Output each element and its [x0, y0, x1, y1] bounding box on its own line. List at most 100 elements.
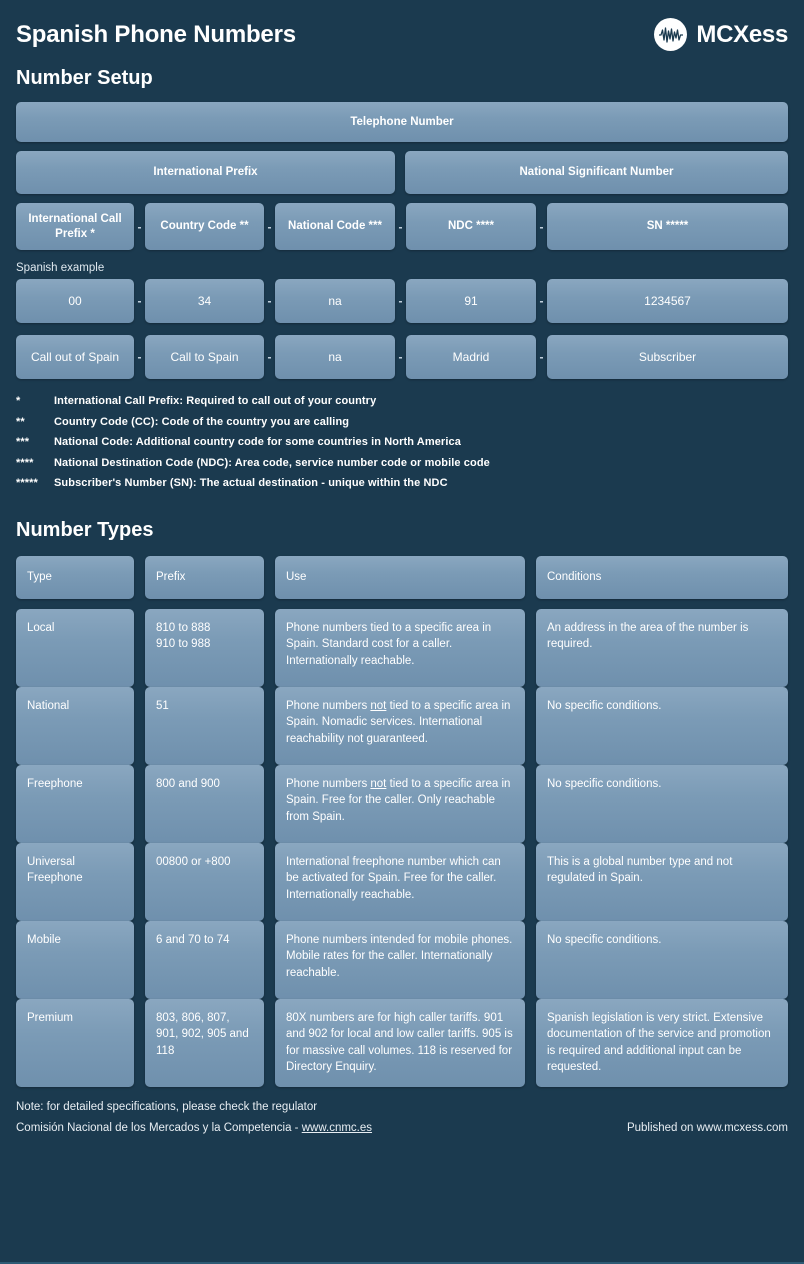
brand-logo: MCXess	[654, 18, 788, 51]
example-value-national-code: na	[275, 279, 395, 323]
cell-use: Phone numbers intended for mobile phones…	[275, 921, 525, 999]
cell-type: Mobile	[16, 921, 134, 999]
box-national-code: National Code ***	[275, 203, 395, 250]
number-setup-diagram: Telephone Number International Prefix Na…	[16, 102, 788, 379]
example-desc-call-prefix: Call out of Spain	[16, 335, 134, 379]
table-row: National 51 Phone numbers not tied to a …	[16, 687, 788, 765]
box-ndc: NDC ****	[406, 203, 536, 250]
example-desc-ndc: Madrid	[406, 335, 536, 379]
separator-dash: -	[137, 294, 142, 308]
footnote-marker: *	[16, 395, 21, 407]
brand-name: MCXess	[696, 20, 788, 48]
number-types-table: Type Prefix Use Conditions Local 810 to …	[16, 556, 788, 1087]
box-sn: SN *****	[547, 203, 788, 250]
footnote-marker: ***	[16, 436, 30, 448]
footnote-text: Subscriber's Number (SN): The actual des…	[54, 477, 448, 489]
example-desc-country-code: Call to Spain	[145, 335, 264, 379]
regulator-line: Comisión Nacional de los Mercados y la C…	[16, 1122, 372, 1134]
separator-dash: -	[398, 350, 403, 364]
footnote-marker: **	[16, 415, 25, 428]
table-row: Mobile 6 and 70 to 74 Phone numbers inte…	[16, 921, 788, 999]
separator-dash: -	[267, 219, 272, 234]
cell-prefix: 51	[145, 687, 264, 765]
regulator-name: Comisión Nacional de los Mercados y la C…	[16, 1122, 302, 1134]
footnote-text: National Destination Code (NDC): Area co…	[54, 456, 490, 469]
page-header: Spanish Phone Numbers MCXess	[16, 0, 788, 51]
footnote-item: **** National Destination Code (NDC): Ar…	[16, 457, 788, 469]
box-telephone-number: Telephone Number	[16, 102, 788, 142]
setup-row-parts: International Call Prefix * - Country Co…	[16, 203, 788, 250]
table-row: Universal Freephone 00800 or +800 Intern…	[16, 843, 788, 921]
setup-row-example-values: 00 - 34 - na - 91 - 1234567	[16, 279, 788, 323]
cell-conditions: No specific conditions.	[536, 687, 788, 765]
column-header-type: Type	[16, 556, 134, 599]
cell-prefix: 6 and 70 to 74	[145, 921, 264, 999]
box-international-prefix: International Prefix	[16, 151, 395, 194]
cell-use: International freephone number which can…	[275, 843, 525, 921]
footnote-text: International Call Prefix: Required to c…	[54, 395, 377, 407]
table-row: Premium 803, 806, 807, 901, 902, 905 and…	[16, 999, 788, 1087]
waveform-circle-icon	[654, 18, 688, 51]
table-body: Local 810 to 888 910 to 988 Phone numbers…	[16, 609, 788, 1087]
cell-type: Freephone	[16, 765, 134, 843]
example-value-ndc: 91	[406, 279, 536, 323]
footnote-marker: ****	[16, 456, 34, 469]
page-title: Spanish Phone Numbers	[16, 20, 296, 48]
example-value-country-code: 34	[145, 279, 264, 323]
footnote-item: ** Country Code (CC): Code of the countr…	[16, 416, 788, 428]
cell-type: National	[16, 687, 134, 765]
separator-dash: -	[398, 219, 403, 234]
cell-use: Phone numbers not tied to a specific are…	[275, 687, 525, 765]
example-value-call-prefix: 00	[16, 279, 134, 323]
table-row: Local 810 to 888 910 to 988 Phone numbers…	[16, 609, 788, 687]
section-title-number-types: Number Types	[16, 519, 154, 541]
separator-dash: -	[137, 219, 142, 234]
footer-bottom-row: Comisión Nacional de los Mercados y la C…	[16, 1122, 788, 1134]
separator-dash: -	[137, 350, 142, 364]
example-desc-national-code: na	[275, 335, 395, 379]
setup-row-telephone-number: Telephone Number	[16, 102, 788, 142]
cell-conditions: An address in the area of the number is …	[536, 609, 788, 687]
box-international-call-prefix: International Call Prefix *	[16, 203, 134, 250]
example-desc-sn: Subscriber	[547, 335, 788, 379]
published-by: Published on www.mcxess.com	[626, 1122, 788, 1134]
separator-dash: -	[398, 294, 403, 308]
cell-type: Local	[16, 609, 134, 687]
cell-use: 80X numbers are for high caller tariffs.…	[275, 999, 525, 1087]
column-header-prefix: Prefix	[145, 556, 264, 599]
section-title-number-setup: Number Setup	[16, 67, 153, 89]
footnote-text: National Code: Additional country code f…	[54, 436, 461, 448]
box-country-code: Country Code **	[145, 203, 264, 250]
cell-type: Universal Freephone	[16, 843, 134, 921]
cell-conditions: No specific conditions.	[536, 765, 788, 843]
poster-page: Spanish Phone Numbers MCXess Number Setu…	[0, 0, 804, 1264]
cell-prefix: 00800 or +800	[145, 843, 264, 921]
table-header-row: Type Prefix Use Conditions	[16, 556, 788, 599]
cell-prefix: 810 to 888 910 to 988	[145, 609, 264, 687]
setup-row-example-descriptions: Call out of Spain - Call to Spain - na -…	[16, 335, 788, 379]
footnote-item: ***** Subscriber's Number (SN): The actu…	[16, 477, 788, 489]
box-national-significant-number: National Significant Number	[405, 151, 788, 194]
table-row: Freephone 800 and 900 Phone numbers not …	[16, 765, 788, 843]
column-header-conditions: Conditions	[536, 556, 788, 599]
example-value-sn: 1234567	[547, 279, 788, 323]
footnote-text: Country Code (CC): Code of the country y…	[54, 415, 350, 428]
cell-conditions: No specific conditions.	[536, 921, 788, 999]
separator-dash: -	[267, 294, 272, 308]
separator-dash: -	[539, 294, 544, 308]
regulator-link[interactable]: www.cnmc.es	[302, 1122, 372, 1134]
column-header-use: Use	[275, 556, 525, 599]
cell-prefix: 800 and 900	[145, 765, 264, 843]
cell-conditions: Spanish legislation is very strict. Exte…	[536, 999, 788, 1087]
separator-dash: -	[267, 350, 272, 364]
cell-use: Phone numbers not tied to a specific are…	[275, 765, 525, 843]
cell-conditions: This is a global number type and not reg…	[536, 843, 788, 921]
example-label: Spanish example	[16, 262, 105, 274]
footnote-item: *** National Code: Additional country co…	[16, 436, 788, 448]
separator-dash: -	[539, 350, 544, 364]
footnote-item: * International Call Prefix: Required to…	[16, 395, 788, 407]
page-footer: Note: for detailed specifications, pleas…	[16, 1101, 788, 1134]
footnote-marker: *****	[16, 477, 38, 489]
footer-note: Note: for detailed specifications, pleas…	[16, 1101, 318, 1113]
cell-use: Phone numbers tied to a specific area in…	[275, 609, 525, 687]
